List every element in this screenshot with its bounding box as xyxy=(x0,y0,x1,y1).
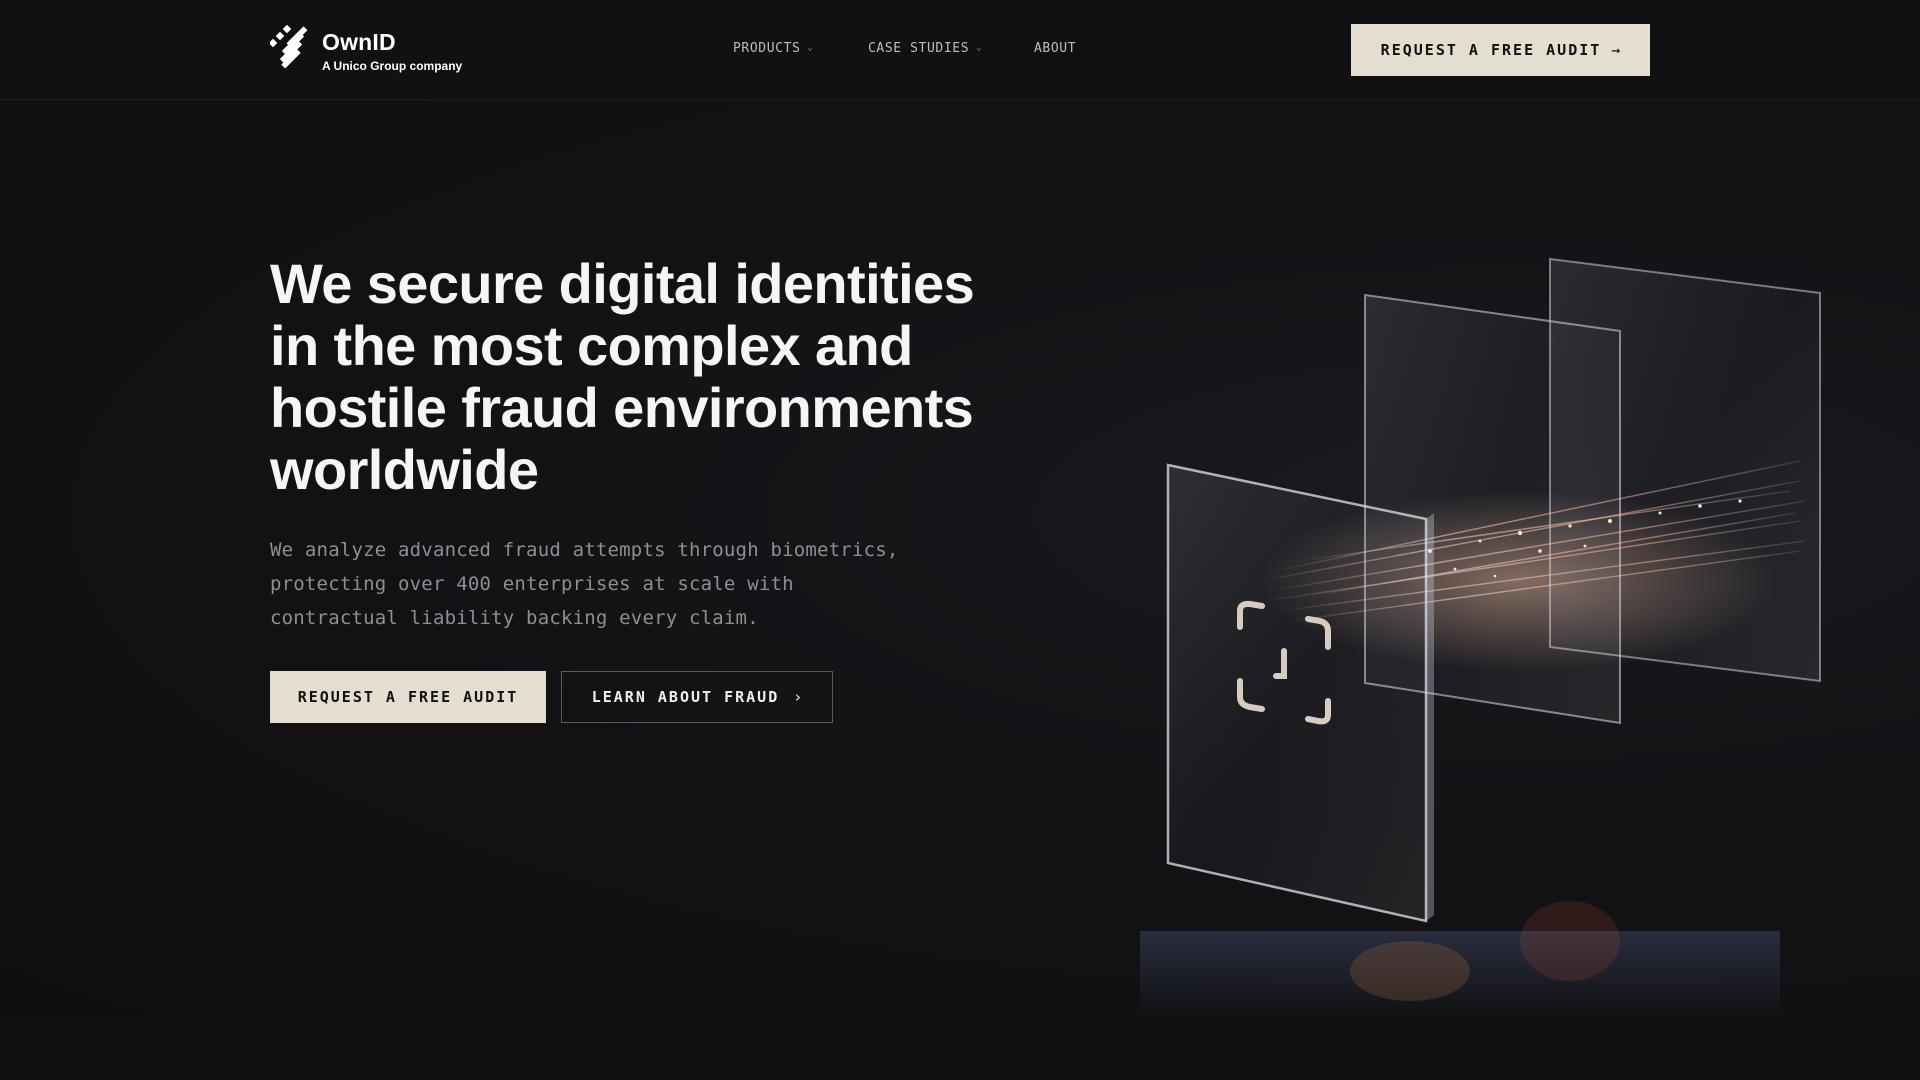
nav-item-about-label: ABOUT xyxy=(1034,41,1077,56)
hero-headline: We secure digital identities in the most… xyxy=(270,252,975,501)
hero-subcopy: We analyze advanced fraud attempts throu… xyxy=(270,539,899,629)
glass-identity-panels-illustration xyxy=(1140,257,1821,1018)
top-navigation-bar: OwnID A Unico Group company PRODUCTS ⌄ CA… xyxy=(0,0,1920,100)
nav-item-about[interactable]: ABOUT xyxy=(1034,41,1076,56)
glass-panel-front xyxy=(1166,463,1428,923)
brand-name: OwnID xyxy=(322,29,396,55)
hero-section: We secure digital identities in the most… xyxy=(0,101,1920,1018)
nav-item-products[interactable]: PRODUCTS ⌄ xyxy=(733,41,813,56)
glass-panel-edge xyxy=(1426,513,1434,921)
warm-reflection xyxy=(1350,941,1470,1001)
learn-about-fraud-button[interactable]: LEARN ABOUT FRAUD › xyxy=(561,671,833,723)
red-reflection xyxy=(1520,901,1620,981)
learn-about-fraud-label: LEARN ABOUT FRAUD xyxy=(591,688,780,706)
chevron-down-icon: ⌄ xyxy=(807,43,814,53)
request-audit-button[interactable]: REQUEST A FREE AUDIT xyxy=(270,671,546,723)
chevron-down-icon: ⌄ xyxy=(976,43,983,53)
page-bottom-strip xyxy=(0,1018,1920,1080)
brand-tagline: A Unico Group company xyxy=(322,59,463,73)
nav-item-case-studies-label: CASE STUDIES xyxy=(868,41,970,56)
chevron-right-icon: › xyxy=(793,688,803,706)
arrow-right-icon: → xyxy=(1611,41,1621,59)
ownid-logo-icon xyxy=(270,25,308,69)
nav-item-case-studies[interactable]: CASE STUDIES ⌄ xyxy=(868,41,982,56)
nav-item-products-label: PRODUCTS xyxy=(733,41,801,56)
request-audit-label: REQUEST A FREE AUDIT xyxy=(297,688,519,706)
ownid-logo-link[interactable]: OwnID A Unico Group company xyxy=(270,25,490,75)
request-audit-nav-button[interactable]: REQUEST A FREE AUDIT → xyxy=(1351,24,1650,76)
request-audit-nav-label: REQUEST A FREE AUDIT xyxy=(1380,41,1602,59)
